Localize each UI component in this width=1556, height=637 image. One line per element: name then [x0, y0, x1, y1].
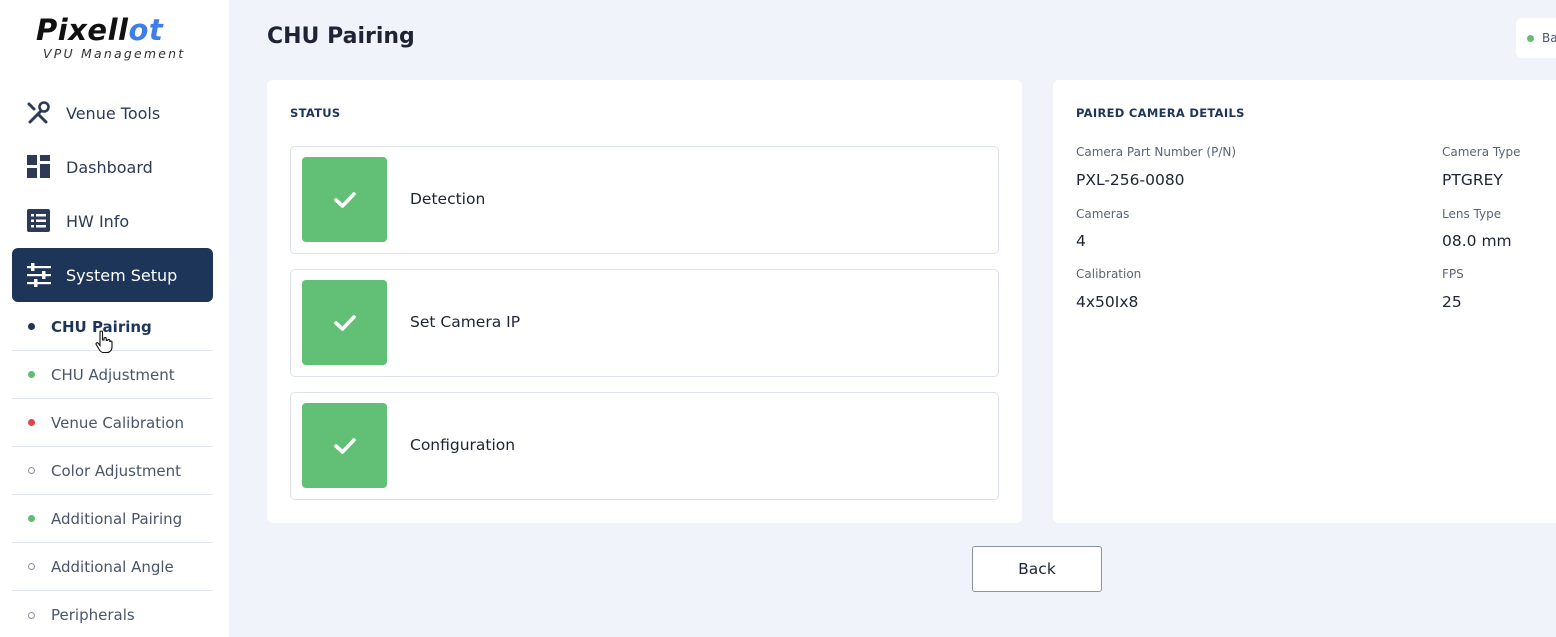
sidebar-item-dashboard[interactable]: Dashboard	[12, 140, 213, 194]
subnav-item-label: Additional Pairing	[51, 509, 183, 528]
sidebar-item-hw-info[interactable]: HW Info	[12, 194, 213, 248]
dashboard-grid-icon	[26, 154, 52, 180]
subnav-item-label: Additional Angle	[51, 557, 174, 576]
status-dot-pending	[28, 611, 35, 619]
calibration-value: 4x50Ix8	[1076, 293, 1139, 311]
subnav-item-color-adjustment[interactable]: Color Adjustment	[12, 447, 213, 495]
paired-camera-details-card: PAIRED CAMERA DETAILS Camera Part Number…	[1053, 80, 1556, 523]
status-dot	[1527, 34, 1534, 42]
top-status-badge-text: Ba	[1542, 31, 1556, 45]
status-card: STATUS Detection Set Camera IP Configura…	[267, 80, 1022, 523]
top-status-badge[interactable]: Ba	[1516, 18, 1556, 58]
camera-type-label: Camera Type	[1442, 145, 1521, 159]
hand-pointer-cursor-icon	[95, 330, 113, 358]
status-dot-error	[28, 419, 35, 426]
sliders-icon	[26, 262, 52, 288]
details-heading: PAIRED CAMERA DETAILS	[1076, 106, 1245, 120]
status-step-configuration: Configuration	[290, 392, 999, 500]
calibration-label: Calibration	[1076, 267, 1142, 281]
part-number-value: PXL-256-0080	[1076, 171, 1185, 189]
subnav-item-label: Venue Calibration	[51, 413, 184, 432]
status-step-label: Detection	[410, 190, 486, 208]
subnav-item-peripherals[interactable]: Peripherals	[12, 591, 213, 637]
fps-label: FPS	[1442, 267, 1464, 281]
sidebar-item-label: System Setup	[66, 265, 178, 285]
page-title: CHU Pairing	[267, 24, 415, 49]
sidebar: Pixellot VPU Management Venue Tools Dash…	[0, 0, 229, 637]
status-dot-done	[28, 371, 35, 378]
tools-icon	[26, 100, 52, 126]
status-step-detection: Detection	[290, 146, 999, 254]
sidebar-item-system-setup[interactable]: System Setup	[12, 248, 213, 302]
subnav-item-label: CHU Adjustment	[51, 365, 175, 384]
status-step-label: Set Camera IP	[410, 313, 521, 331]
status-dot-pending	[28, 563, 35, 570]
cameras-value: 4	[1076, 232, 1086, 250]
subnav-item-additional-pairing[interactable]: Additional Pairing	[12, 495, 213, 543]
part-number-label: Camera Part Number (P/N)	[1076, 145, 1237, 159]
status-step-set-camera-ip: Set Camera IP	[290, 269, 999, 377]
subnav-item-label: Peripherals	[51, 606, 135, 624]
status-heading: STATUS	[290, 106, 341, 120]
status-dot-current	[28, 323, 35, 330]
subnav-item-chu-adjustment[interactable]: CHU Adjustment	[12, 351, 213, 399]
sidebar-item-label: HW Info	[66, 211, 130, 231]
camera-type-value: PTGREY	[1442, 171, 1503, 189]
sidebar-item-label: Venue Tools	[66, 103, 161, 123]
subnav-item-additional-angle[interactable]: Additional Angle	[12, 543, 213, 591]
lens-type-value: 08.0 mm	[1442, 232, 1512, 250]
subnav-item-venue-calibration[interactable]: Venue Calibration	[12, 399, 213, 447]
lens-type-label: Lens Type	[1442, 207, 1502, 221]
check-icon	[302, 403, 387, 488]
logo-text: Pixellot	[36, 13, 164, 47]
subnav-item-label: Color Adjustment	[51, 461, 182, 480]
list-icon	[26, 208, 52, 234]
check-icon	[302, 157, 387, 242]
status-dot-pending	[28, 467, 35, 474]
pixellot-logo[interactable]: Pixellot VPU Management	[36, 14, 192, 62]
logo-subtitle: VPU Management	[43, 46, 186, 61]
sidebar-item-venue-tools[interactable]: Venue Tools	[12, 86, 213, 140]
cameras-label: Cameras	[1076, 207, 1130, 221]
status-dot-done	[28, 515, 35, 522]
back-button[interactable]: Back	[972, 546, 1102, 592]
check-icon	[302, 280, 387, 365]
sidebar-item-label: Dashboard	[66, 157, 153, 177]
status-step-label: Configuration	[410, 436, 516, 454]
fps-value: 25	[1442, 293, 1462, 311]
